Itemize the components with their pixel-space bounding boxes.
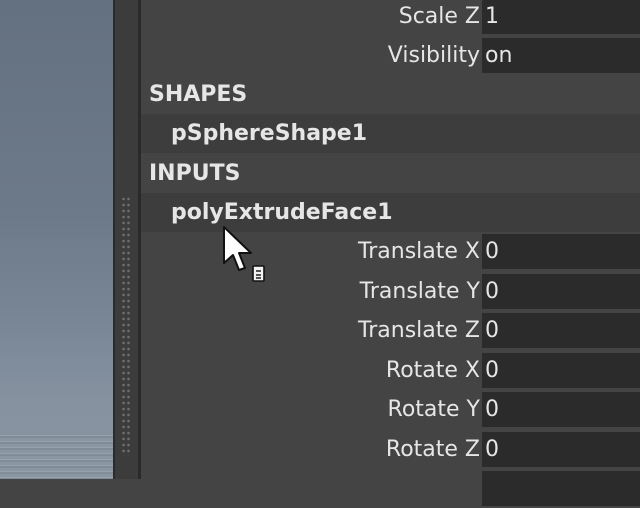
viewport-grid	[0, 435, 113, 479]
attribute-row-translate-z: Translate Z 0	[141, 311, 640, 350]
section-header-inputs: INPUTS	[141, 154, 640, 193]
attribute-value-field[interactable]: 0	[482, 392, 640, 427]
attribute-value-field[interactable]	[482, 471, 640, 506]
attribute-label[interactable]: Scale Z	[399, 0, 480, 36]
section-header-shapes: SHAPES	[141, 75, 640, 114]
section-title: SHAPES	[149, 82, 248, 107]
attribute-label[interactable]: Rotate Z	[386, 430, 480, 469]
attribute-row-visibility: Visibility on	[141, 36, 640, 75]
attribute-row-partial	[141, 469, 640, 508]
node-name[interactable]: pSphereShape1	[171, 114, 367, 153]
attribute-label[interactable]: Rotate X	[386, 351, 480, 390]
channel-box-panel: Scale Z 1 Visibility on SHAPES pSphereSh…	[141, 0, 640, 506]
node-row-input[interactable]: polyExtrudeFace1	[141, 193, 640, 232]
viewport-3d[interactable]	[0, 0, 113, 479]
attribute-value-field[interactable]: 0	[482, 353, 640, 388]
attribute-row-translate-y: Translate Y 0	[141, 272, 640, 311]
attribute-label[interactable]: Visibility	[388, 36, 480, 75]
node-name[interactable]: polyExtrudeFace1	[171, 193, 393, 232]
attribute-row-rotate-x: Rotate X 0	[141, 351, 640, 390]
attribute-label[interactable]: Translate X	[358, 232, 480, 271]
attribute-value-field[interactable]: 0	[482, 274, 640, 309]
attribute-value-field[interactable]: 0	[482, 432, 640, 467]
attribute-value-field[interactable]: 1	[482, 0, 640, 34]
attribute-row-rotate-z: Rotate Z 0	[141, 430, 640, 469]
pointer-with-menu-icon	[223, 226, 265, 282]
attribute-label[interactable]: Translate Y	[360, 272, 480, 311]
attribute-row-rotate-y: Rotate Y 0	[141, 390, 640, 429]
attribute-row-translate-x: Translate X 0	[141, 232, 640, 271]
attribute-value-field[interactable]: 0	[482, 234, 640, 269]
node-row-shape[interactable]: pSphereShape1	[141, 114, 640, 153]
attribute-label[interactable]: Rotate Y	[388, 390, 480, 429]
attribute-value-field[interactable]: on	[482, 38, 640, 73]
section-title: INPUTS	[149, 161, 241, 186]
panel-splitter-handle[interactable]	[121, 196, 131, 456]
attribute-value-field[interactable]: 0	[482, 313, 640, 348]
attribute-label[interactable]: Translate Z	[358, 311, 480, 350]
attribute-row-scale-z: Scale Z 1	[141, 0, 640, 36]
